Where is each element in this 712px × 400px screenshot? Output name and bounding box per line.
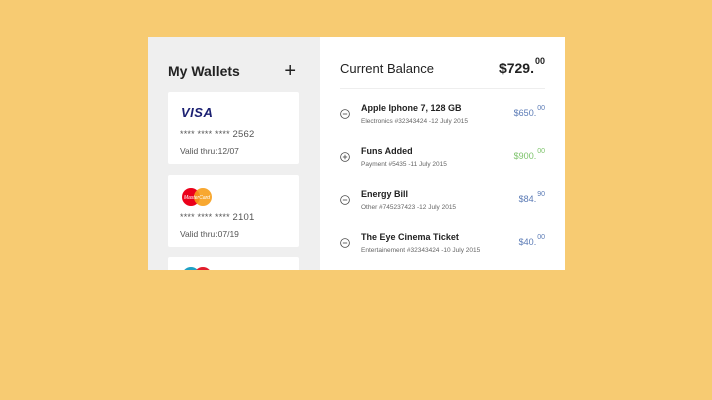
transaction-row[interactable]: Apple Iphone 7, 128 GB Electronics #3234… [340,101,545,131]
visa-logo-icon: VISA [181,105,214,120]
add-wallet-button[interactable]: + [284,61,296,81]
wallet-card-partial[interactable] [168,257,299,270]
card-valid-thru: Valid thru:07/19 [180,229,239,239]
transaction-subtitle: Payment #5435 -11 July 2015 [361,161,447,168]
transaction-title: The Eye Cinema Ticket [361,232,459,242]
transaction-subtitle: Entertainement #32343424 -10 July 2015 [361,247,481,254]
transaction-title: Energy Bill [361,189,409,199]
wallet-card-visa[interactable]: VISA **** **** **** 2562 Valid thru:12/0… [168,92,299,164]
transaction-row[interactable]: Funs Added Payment #5435 -11 July 2015 $… [340,144,545,174]
transaction-subtitle: Other #745237423 -12 July 2015 [361,204,457,211]
balance-amount: $729.00 [498,56,545,76]
divider [340,88,545,89]
wallet-card-mastercard[interactable]: MasterCard **** **** **** 2101 Valid thr… [168,175,299,247]
transaction-row[interactable]: The Eye Cinema Ticket Entertainement #32… [340,230,545,260]
plus-circle-icon [340,152,350,162]
card-valid-thru: Valid thru:12/07 [180,146,239,156]
wallets-sidebar: My Wallets + VISA **** **** **** 2562 Va… [148,37,320,270]
card-logo-icon [181,266,213,270]
transaction-subtitle: Electronics #32343424 -12 July 2015 [361,118,468,125]
transaction-amount: $900.00 [513,148,545,161]
card-number: **** **** **** 2562 [180,129,255,140]
transaction-row[interactable]: Energy Bill Other #745237423 -12 July 20… [340,187,545,217]
wallet-app: My Wallets + VISA **** **** **** 2562 Va… [148,37,565,270]
wallets-header: My Wallets + [168,61,296,81]
svg-text:MasterCard: MasterCard [184,195,210,201]
minus-circle-icon [340,109,350,119]
mastercard-logo-icon: MasterCard [181,187,213,207]
balance-title: Current Balance [340,60,434,76]
transaction-title: Apple Iphone 7, 128 GB [361,103,462,113]
card-number: **** **** **** 2101 [180,212,255,223]
minus-circle-icon [340,238,350,248]
transaction-amount: $40.00 [518,234,545,247]
balance-panel: Current Balance $729.00 Apple Iphone 7, … [320,37,565,270]
balance-header: Current Balance $729.00 [340,56,545,79]
transaction-amount: $650.00 [513,105,545,118]
transaction-amount: $84.90 [518,191,545,204]
wallets-title: My Wallets [168,63,240,79]
minus-circle-icon [340,195,350,205]
transaction-title: Funs Added [361,146,413,156]
